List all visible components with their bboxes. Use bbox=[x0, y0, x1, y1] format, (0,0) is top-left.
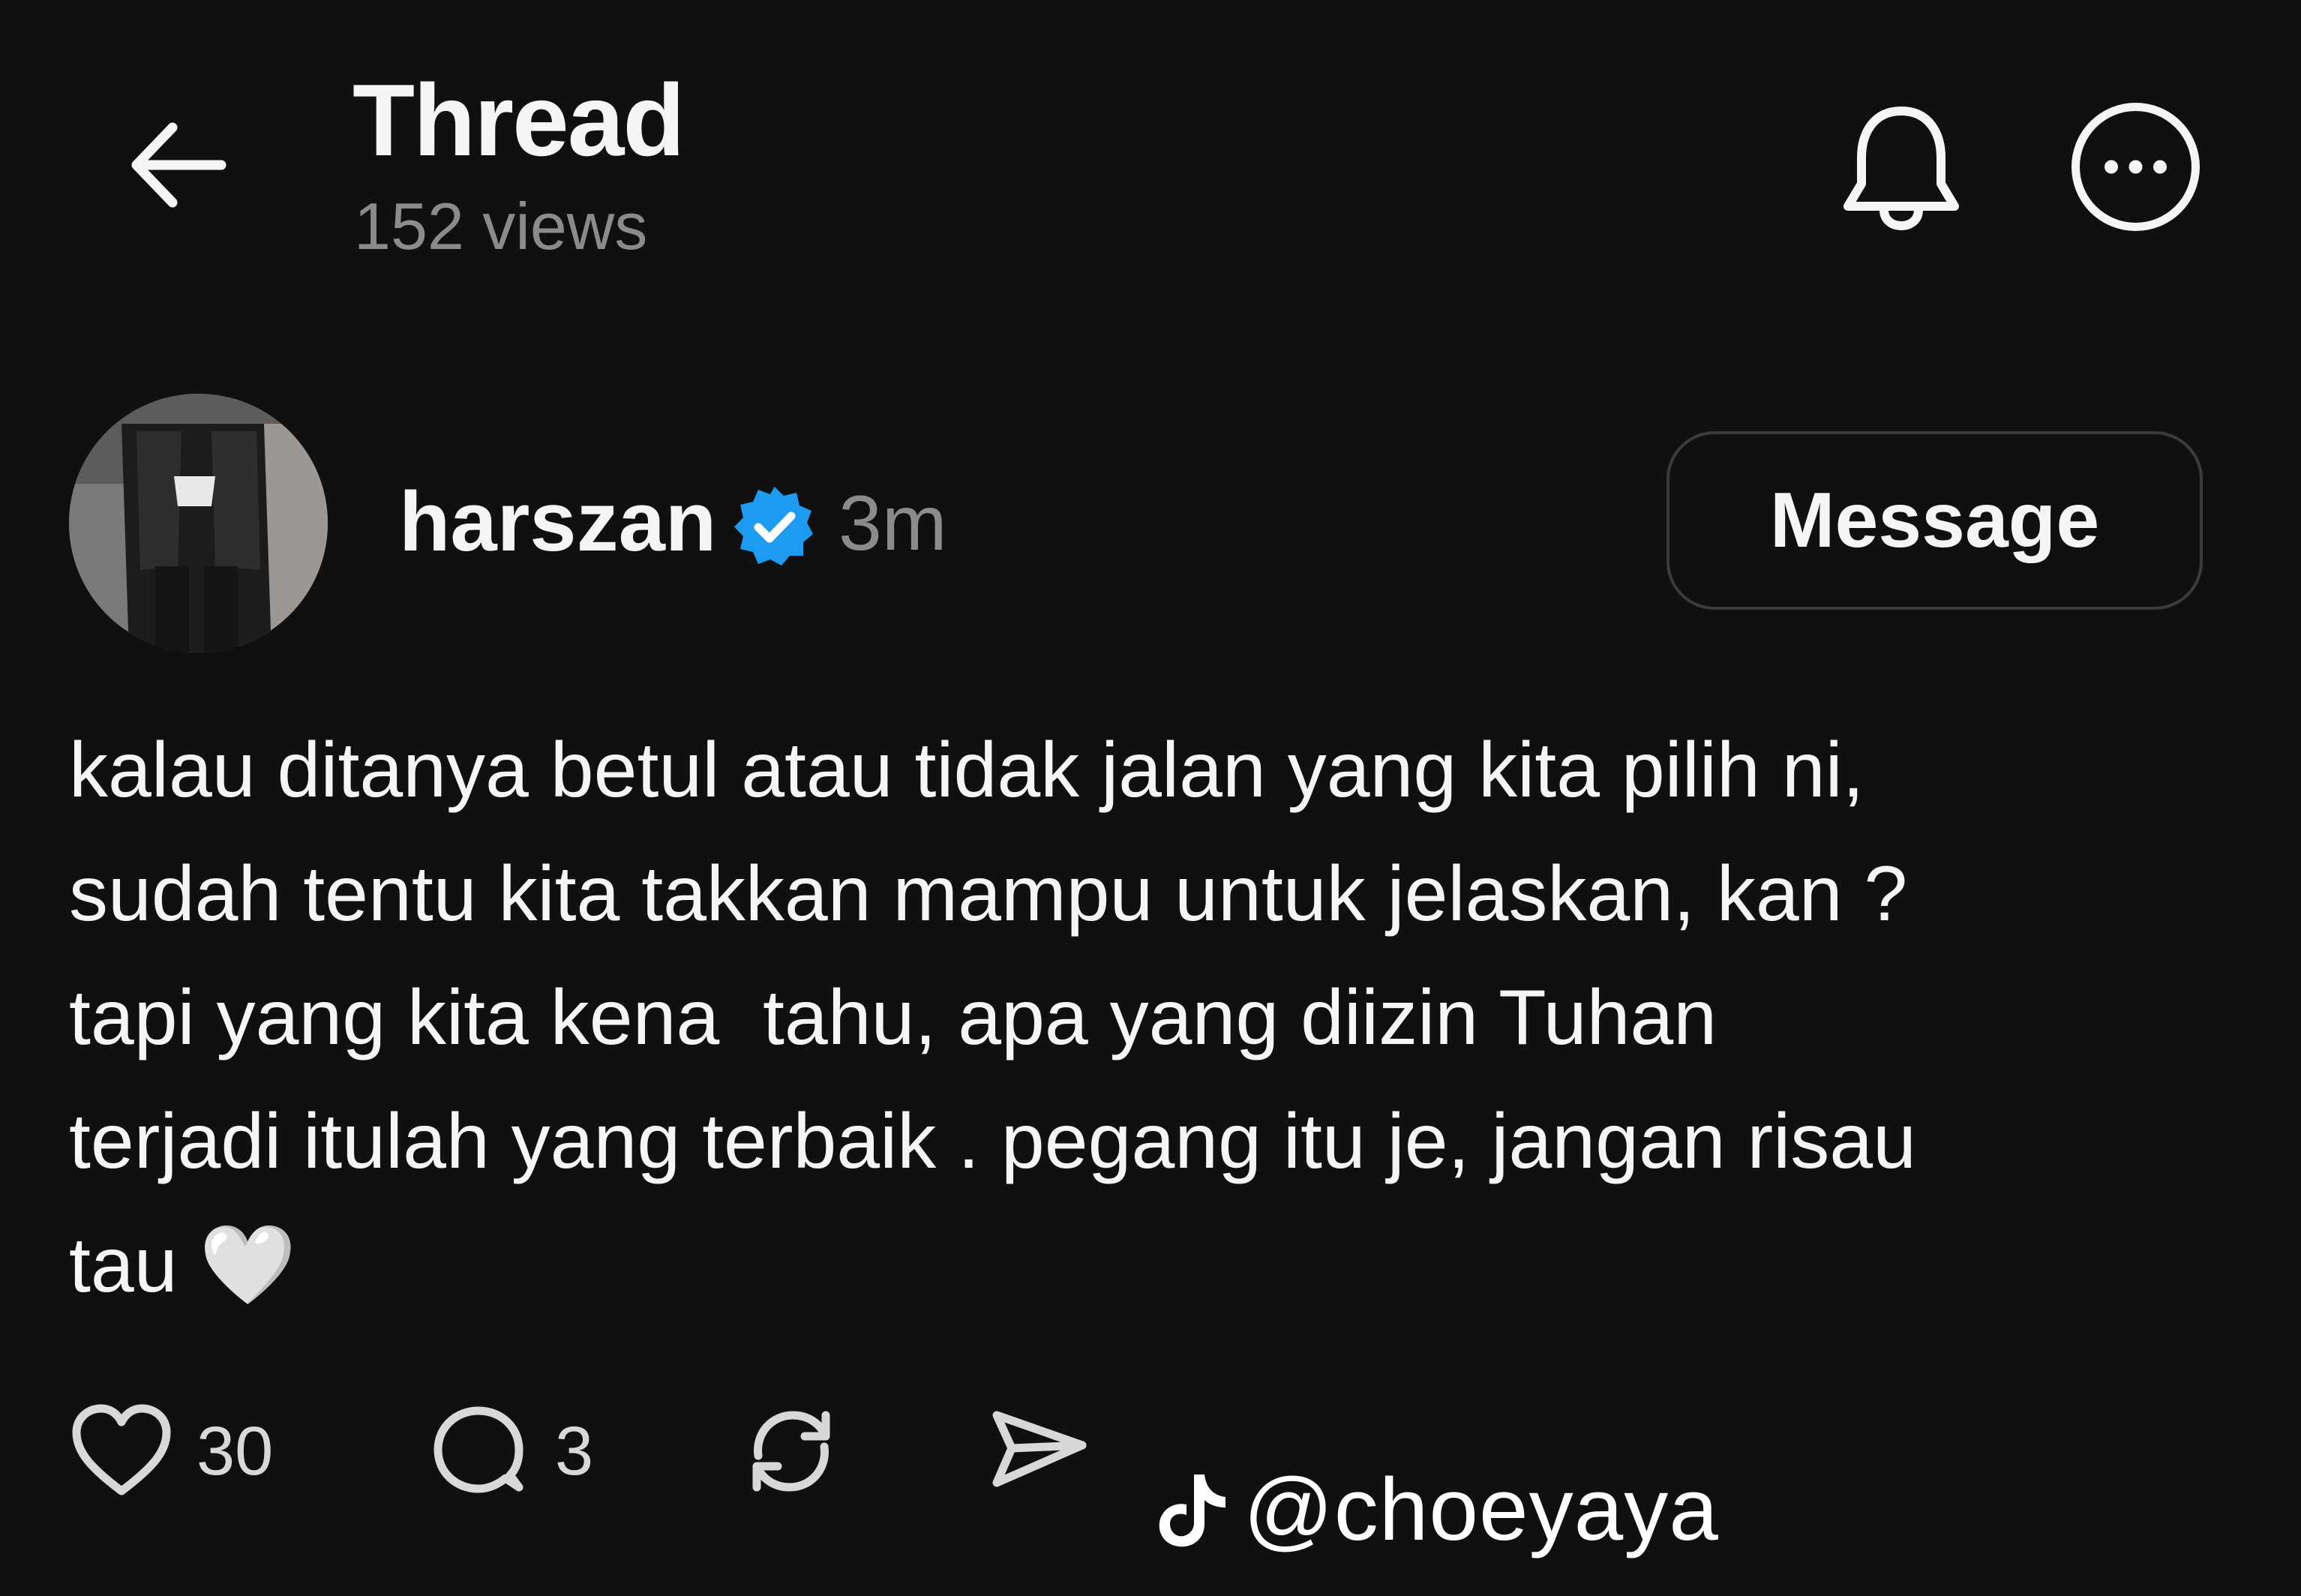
share-icon bbox=[986, 1399, 1091, 1504]
avatar[interactable] bbox=[69, 394, 328, 652]
message-button[interactable]: Message bbox=[1666, 431, 2203, 610]
reply-count: 3 bbox=[555, 1412, 594, 1490]
post-timestamp: 3m bbox=[838, 480, 947, 567]
tiktok-logo-icon bbox=[1155, 1468, 1230, 1551]
heart-icon bbox=[69, 1402, 174, 1500]
verified-badge-icon bbox=[731, 484, 818, 570]
bell-icon[interactable] bbox=[1838, 98, 1965, 240]
reply-button[interactable]: 3 bbox=[428, 1395, 593, 1508]
more-icon[interactable] bbox=[2070, 101, 2201, 232]
repost-icon bbox=[739, 1399, 844, 1504]
view-count: 152 views bbox=[354, 189, 648, 263]
tiktok-watermark: @choeyaya bbox=[1155, 1459, 1719, 1561]
repost-button[interactable] bbox=[739, 1395, 844, 1508]
page-title: Thread bbox=[352, 63, 685, 177]
like-count: 30 bbox=[196, 1412, 274, 1490]
comment-icon bbox=[428, 1399, 532, 1504]
author-username[interactable]: harszan bbox=[399, 480, 716, 564]
post-text: kalau ditanya betul atau tidak jalan yan… bbox=[69, 727, 1916, 1309]
back-arrow-icon[interactable] bbox=[120, 109, 232, 221]
share-button[interactable] bbox=[986, 1395, 1091, 1508]
watermark-handle: @choeyaya bbox=[1244, 1460, 1719, 1559]
like-button[interactable]: 30 bbox=[69, 1395, 273, 1508]
